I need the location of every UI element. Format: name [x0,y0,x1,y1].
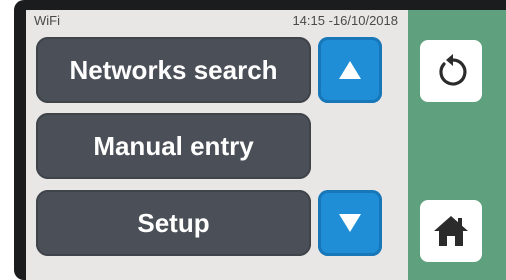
setup-button[interactable]: Setup [36,190,311,256]
status-bar: WiFi 14:15 -16/10/2018 [26,10,406,30]
home-button[interactable] [420,200,482,262]
triangle-up-icon [339,61,361,79]
scroll-down-button[interactable] [318,190,382,256]
status-datetime: 14:15 -16/10/2018 [292,13,398,28]
manual-entry-label: Manual entry [93,130,254,161]
scroll-up-button[interactable] [318,37,382,103]
networks-search-button[interactable]: Networks search [36,37,311,103]
networks-search-label: Networks search [69,54,278,85]
house-icon [434,216,468,246]
back-button[interactable] [420,40,482,102]
triangle-down-icon [339,214,361,232]
status-title: WiFi [34,13,60,28]
manual-entry-button[interactable]: Manual entry [36,113,311,179]
touch-screen: WiFi 14:15 -16/10/2018 Networks search M… [26,10,506,280]
setup-label: Setup [137,207,210,238]
undo-arrow-icon [439,54,467,86]
